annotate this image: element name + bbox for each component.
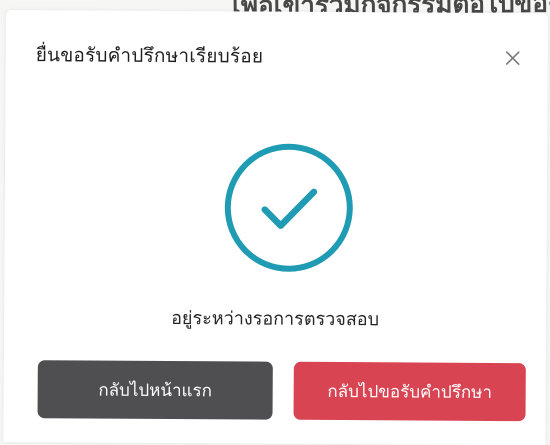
success-dialog: ยื่นขอรับคำปรึกษาเรียบร้อย อยู่ระหว่างรอ… [3,10,548,445]
close-icon [505,51,520,65]
back-to-request-consultation-button[interactable]: กลับไปขอรับคำปรึกษา [293,361,526,422]
dialog-title: ยื่นขอรับคำปรึกษาเรียบร้อย [35,44,264,68]
back-to-home-button[interactable]: กลับไปหน้าแรก [37,360,273,420]
check-circle-icon [220,139,357,276]
close-button[interactable] [502,47,524,69]
status-message: อยู่ระหว่างรอการตรวจสอบ [171,308,380,331]
